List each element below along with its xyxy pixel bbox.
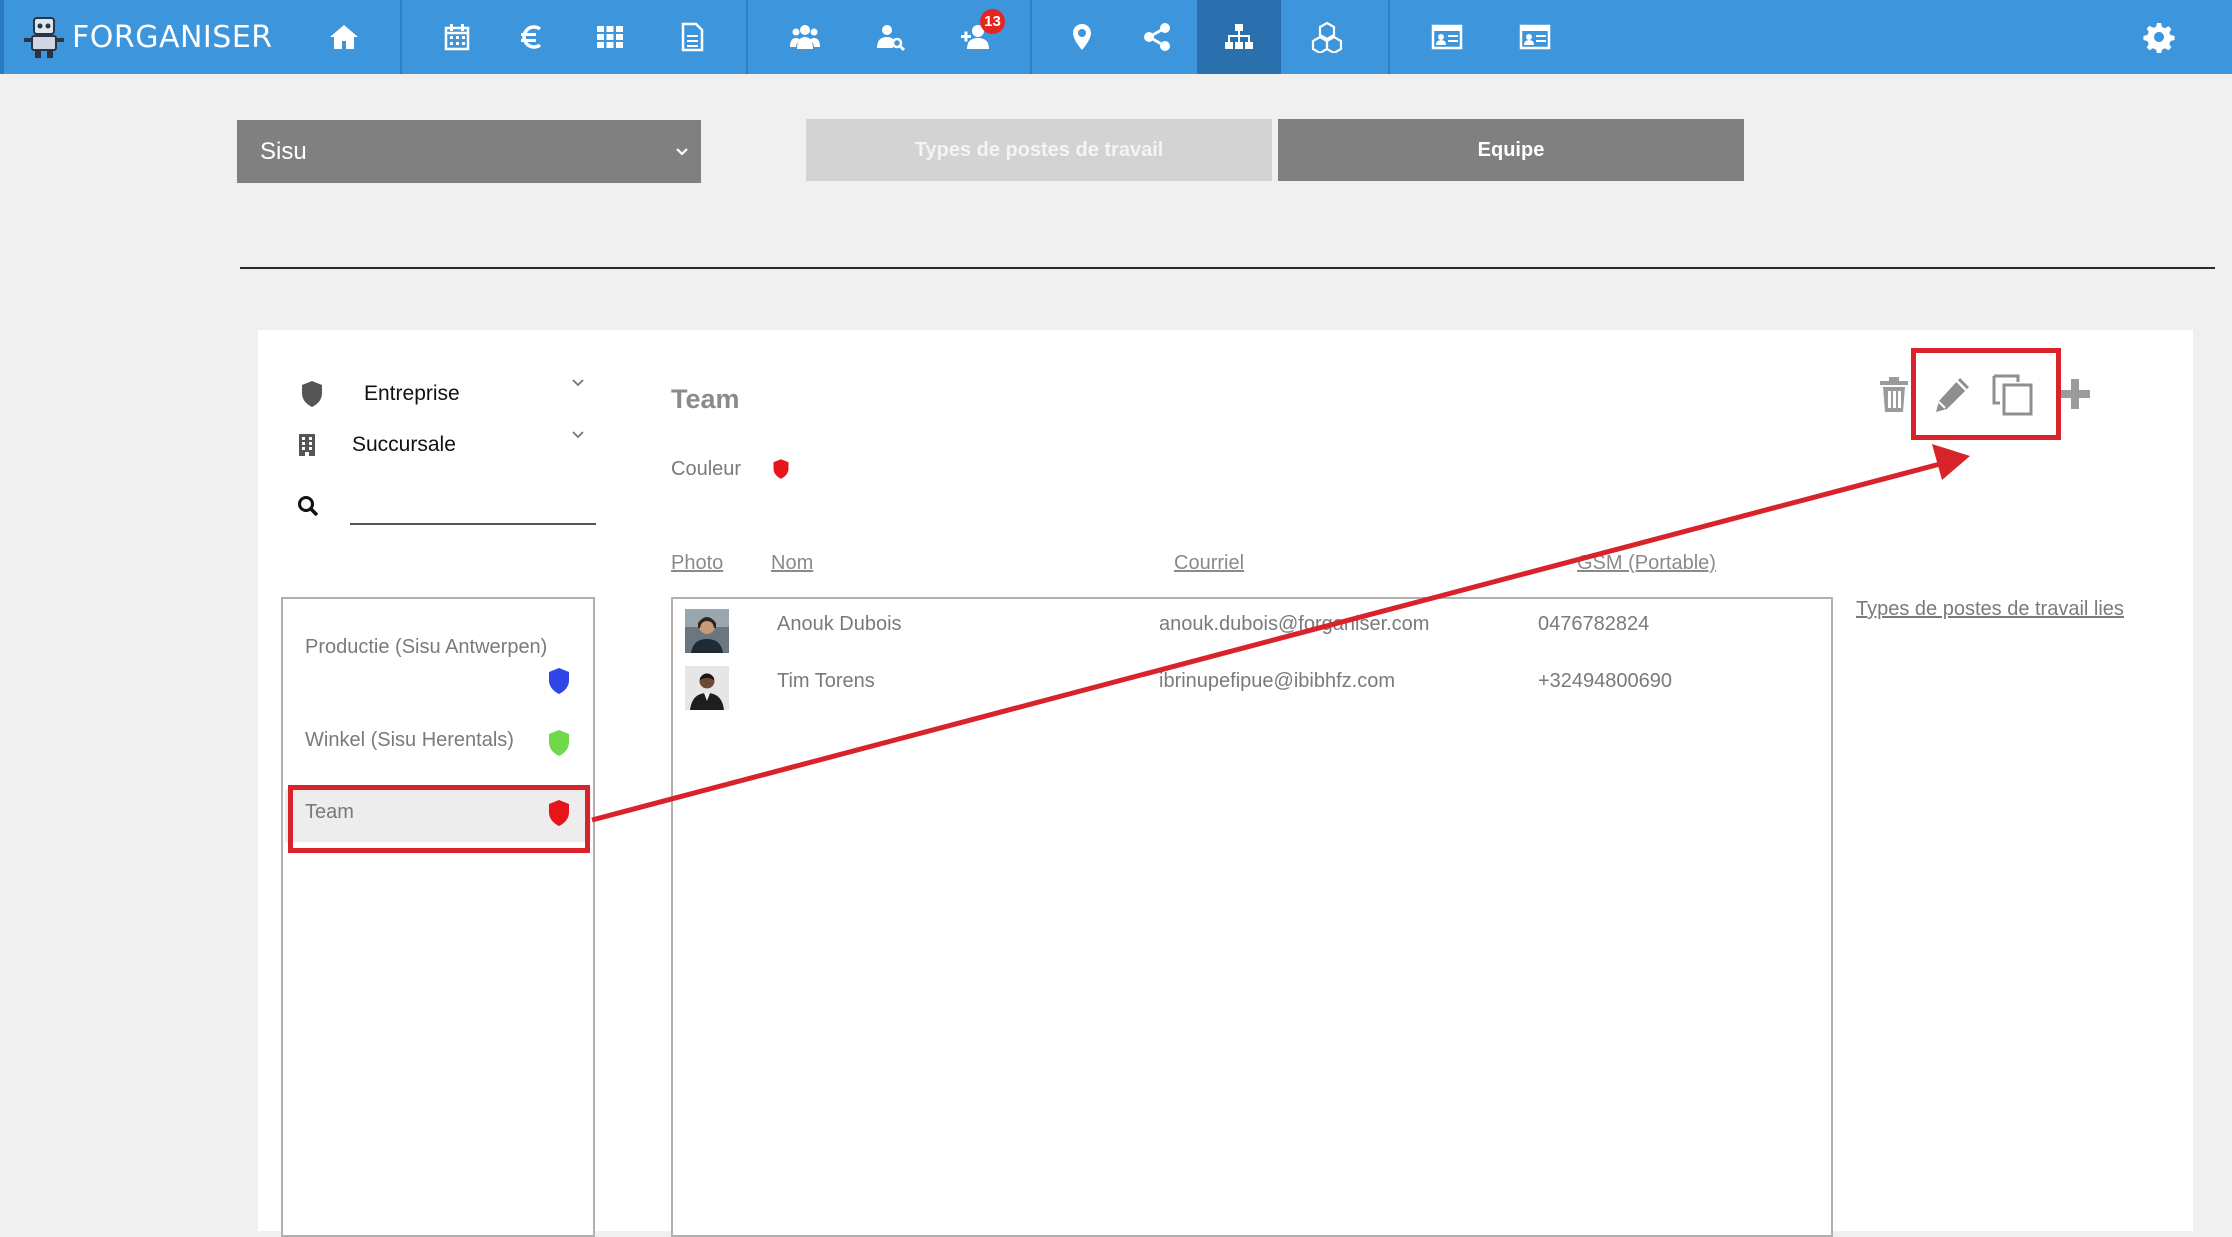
team-icon [790,25,820,49]
nav-team[interactable] [763,0,847,74]
nav-user-search[interactable] [848,0,932,74]
brand-logo[interactable]: FORGANISER [22,12,273,62]
branch-filter-label: Succursale [352,433,456,456]
member-name: Tim Torens [777,670,875,692]
app-name: FORGANISER [72,19,273,55]
nav-locations[interactable] [1040,0,1124,74]
members-table: Anouk Dubois anouk.dubois@forganiser.com… [671,597,1833,1237]
list-item-label: Winkel (Sisu Herentals) [305,729,514,751]
search-input[interactable] [350,488,600,524]
branch-filter[interactable]: Succursale [297,432,456,458]
color-label: Couleur [671,458,742,480]
avatar [685,666,729,710]
column-header-email[interactable]: Courriel [1174,552,1244,575]
column-header-name[interactable]: Nom [771,552,813,575]
detail-title: Team [671,384,740,414]
linked-workstation-types-link[interactable]: Types de postes de travail lies [1856,598,2124,621]
tab-team[interactable]: Equipe [1278,119,1744,181]
notification-badge: 13 [980,9,1005,34]
nav-id-card-1[interactable] [1405,0,1489,74]
member-email: ibrinupefipue@ibibhfz.com [1159,670,1395,692]
nav-share[interactable] [1115,0,1199,74]
company-filter[interactable]: Entreprise [300,380,460,408]
member-phone: +32494800690 [1538,670,1673,692]
company-select-value: Sisu [260,137,307,165]
group-list: Productie (Sisu Antwerpen) Winkel (Sisu … [281,597,595,1237]
map-pin-icon [1073,24,1091,50]
nav-home[interactable] [302,0,386,74]
euro-icon [521,25,542,49]
member-email: anouk.dubois@forganiser.com [1159,613,1430,635]
annotation-highlight-edit-copy [1911,348,2061,440]
id-card-icon [1431,24,1463,50]
document-icon [681,22,704,52]
nav-resources[interactable] [1285,0,1369,74]
shield-icon [773,459,789,479]
gear-icon [2143,23,2175,53]
nav-calendar[interactable] [415,0,499,74]
trash-icon[interactable] [1877,376,1911,414]
org-chart-icon [1225,24,1253,49]
search-icon [298,496,319,517]
shield-icon [549,730,569,756]
divider [240,267,2215,269]
nav-separator [400,0,402,74]
nav-separator [1030,0,1032,74]
company-filter-label: Entreprise [364,382,460,405]
member-phone: 0476782824 [1538,613,1650,635]
user-search-icon [877,25,906,52]
nav-documents[interactable] [650,0,734,74]
nav-finance[interactable] [490,0,574,74]
home-icon [330,25,358,49]
nav-id-card-2[interactable] [1493,0,1577,74]
top-navigation-bar: FORGANISER 13 [0,0,2232,74]
column-header-photo[interactable]: Photo [671,552,723,575]
search-underline [350,523,596,525]
chevron-down-icon[interactable] [570,428,586,442]
nav-separator [746,0,748,74]
tab-workstation-types[interactable]: Types de postes de travail [806,119,1272,181]
calendar-icon [444,24,470,51]
nav-organisation[interactable] [1197,0,1281,74]
list-item[interactable]: Winkel (Sisu Herentals) [285,711,591,771]
member-name: Anouk Dubois [777,613,902,635]
cubes-icon [1311,21,1343,53]
shield-icon [549,668,569,694]
nav-edge [0,0,4,74]
avatar [685,609,729,653]
plus-icon[interactable] [2057,376,2093,412]
nav-separator [1388,0,1390,74]
list-item-label: Productie (Sisu Antwerpen) [305,636,548,658]
table-row[interactable]: Anouk Dubois anouk.dubois@forganiser.com… [673,601,1831,655]
chevron-down-icon[interactable] [570,376,586,390]
robot-logo-icon [24,17,64,58]
chevron-down-icon [676,148,688,156]
grid-icon [597,26,623,48]
id-card-icon [1519,24,1551,50]
company-select[interactable]: Sisu [237,120,701,183]
shield-icon [302,381,322,407]
annotation-highlight-team-item [288,785,590,853]
building-icon [299,434,315,456]
table-row[interactable]: Tim Torens ibrinupefipue@ibibhfz.com +32… [673,658,1831,712]
column-header-phone[interactable]: GSM (Portable) [1577,552,1716,575]
nav-add-user[interactable]: 13 [933,0,1017,74]
nav-apps[interactable] [568,0,652,74]
nav-settings[interactable] [2117,0,2201,74]
share-icon [1144,23,1170,51]
list-item[interactable]: Productie (Sisu Antwerpen) [285,619,591,701]
